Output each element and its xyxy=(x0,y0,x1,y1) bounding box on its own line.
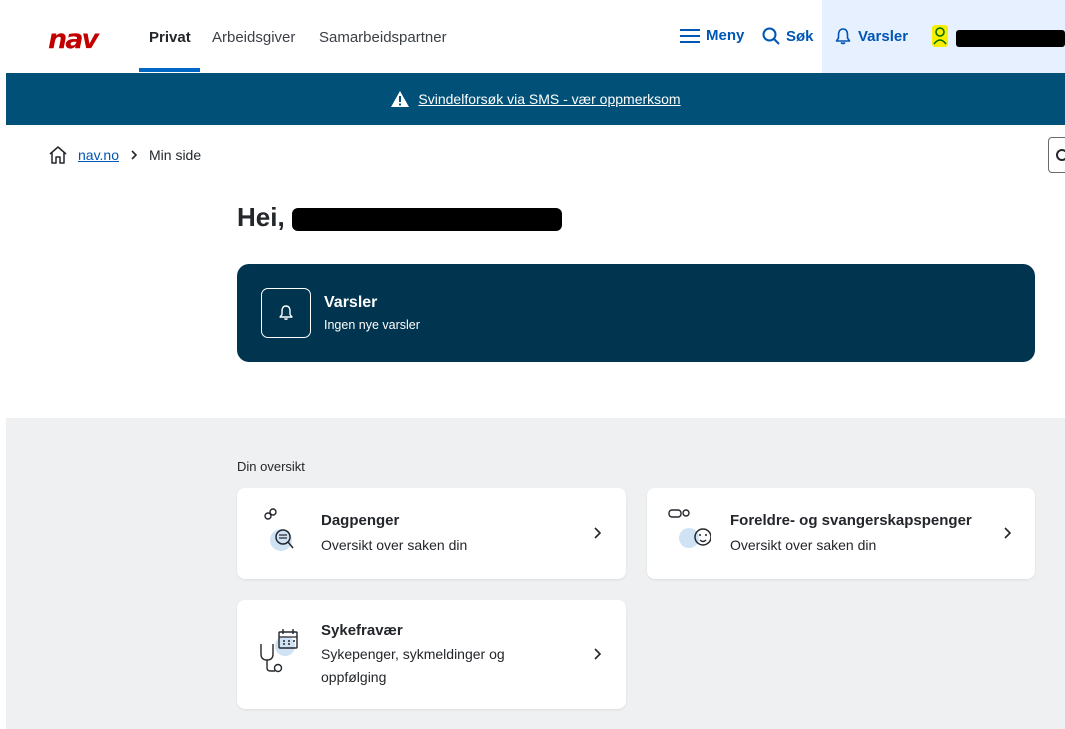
dagpenger-icon xyxy=(264,508,294,551)
card-sykefravaer-title: Sykefravær xyxy=(321,622,403,639)
card-foreldrepenger-subtitle: Oversikt over saken din xyxy=(730,537,877,553)
card-dagpenger-title: Dagpenger xyxy=(321,512,400,529)
notifications-label: Varsler xyxy=(858,27,909,45)
notifications-card[interactable]: Varsler Ingen nye varsler xyxy=(237,264,1035,362)
home-icon xyxy=(49,146,67,164)
menu-button[interactable]: Meny xyxy=(680,27,744,44)
side-search-button[interactable] xyxy=(1048,137,1065,173)
tab-samarbeidspartner[interactable]: Samarbeidspartner xyxy=(319,29,447,46)
chevron-right-icon xyxy=(131,150,138,160)
nav-logo[interactable]: nav xyxy=(48,26,99,53)
search-button[interactable]: Søk xyxy=(762,27,814,45)
breadcrumb-home-link[interactable]: nav.no xyxy=(78,147,119,163)
warning-icon xyxy=(391,91,410,107)
chevron-right-icon xyxy=(1004,527,1012,539)
card-dagpenger[interactable]: Dagpenger Oversikt over saken din xyxy=(237,488,626,579)
greeting-heading: Hei, xyxy=(237,202,285,232)
alert-banner-link[interactable]: Svindelforsøk via SMS - vær oppmerksom xyxy=(418,91,680,107)
redacted-username xyxy=(956,30,1065,47)
breadcrumb: nav.no Min side xyxy=(48,145,201,165)
chevron-right-icon xyxy=(594,527,602,539)
tab-privat[interactable]: Privat xyxy=(149,29,191,46)
baby-icon xyxy=(668,509,711,548)
menu-label: Meny xyxy=(706,27,745,44)
card-foreldrepenger-title: Foreldre- og svangerskapspenger xyxy=(730,512,972,529)
notifications-card-title: Varsler xyxy=(324,294,378,311)
user-icon[interactable] xyxy=(932,25,948,47)
card-foreldrepenger[interactable]: Foreldre- og svangerskapspenger Oversikt… xyxy=(647,488,1035,579)
notifications-card-subtitle: Ingen nye varsler xyxy=(324,318,420,332)
card-sykefravaer[interactable]: Sykefravær Sykepenger, sykmeldinger og o… xyxy=(237,600,626,709)
card-sykefravaer-subtitle: Sykepenger, sykmeldinger og oppfølging xyxy=(321,646,505,685)
bell-icon xyxy=(835,28,851,45)
search-icon xyxy=(1056,149,1065,161)
search-icon xyxy=(762,27,780,45)
tab-arbeidsgiver[interactable]: Arbeidsgiver xyxy=(212,29,295,46)
notifications-area: Varsler xyxy=(822,0,1065,73)
chevron-right-icon xyxy=(594,648,602,660)
bell-icon xyxy=(279,305,293,320)
card-dagpenger-subtitle: Oversikt over saken din xyxy=(321,537,468,553)
stethoscope-calendar-icon xyxy=(260,629,298,673)
overview-title: Din oversikt xyxy=(237,459,305,474)
alert-banner: Svindelforsøk via SMS - vær oppmerksom xyxy=(6,73,1065,125)
hamburger-icon xyxy=(680,28,700,43)
notifications-card-icon-box xyxy=(261,288,311,338)
redacted-name xyxy=(292,208,562,231)
notifications-button[interactable]: Varsler xyxy=(834,27,908,45)
search-label: Søk xyxy=(786,27,814,45)
breadcrumb-current: Min side xyxy=(149,147,202,163)
active-tab-indicator xyxy=(139,68,200,72)
